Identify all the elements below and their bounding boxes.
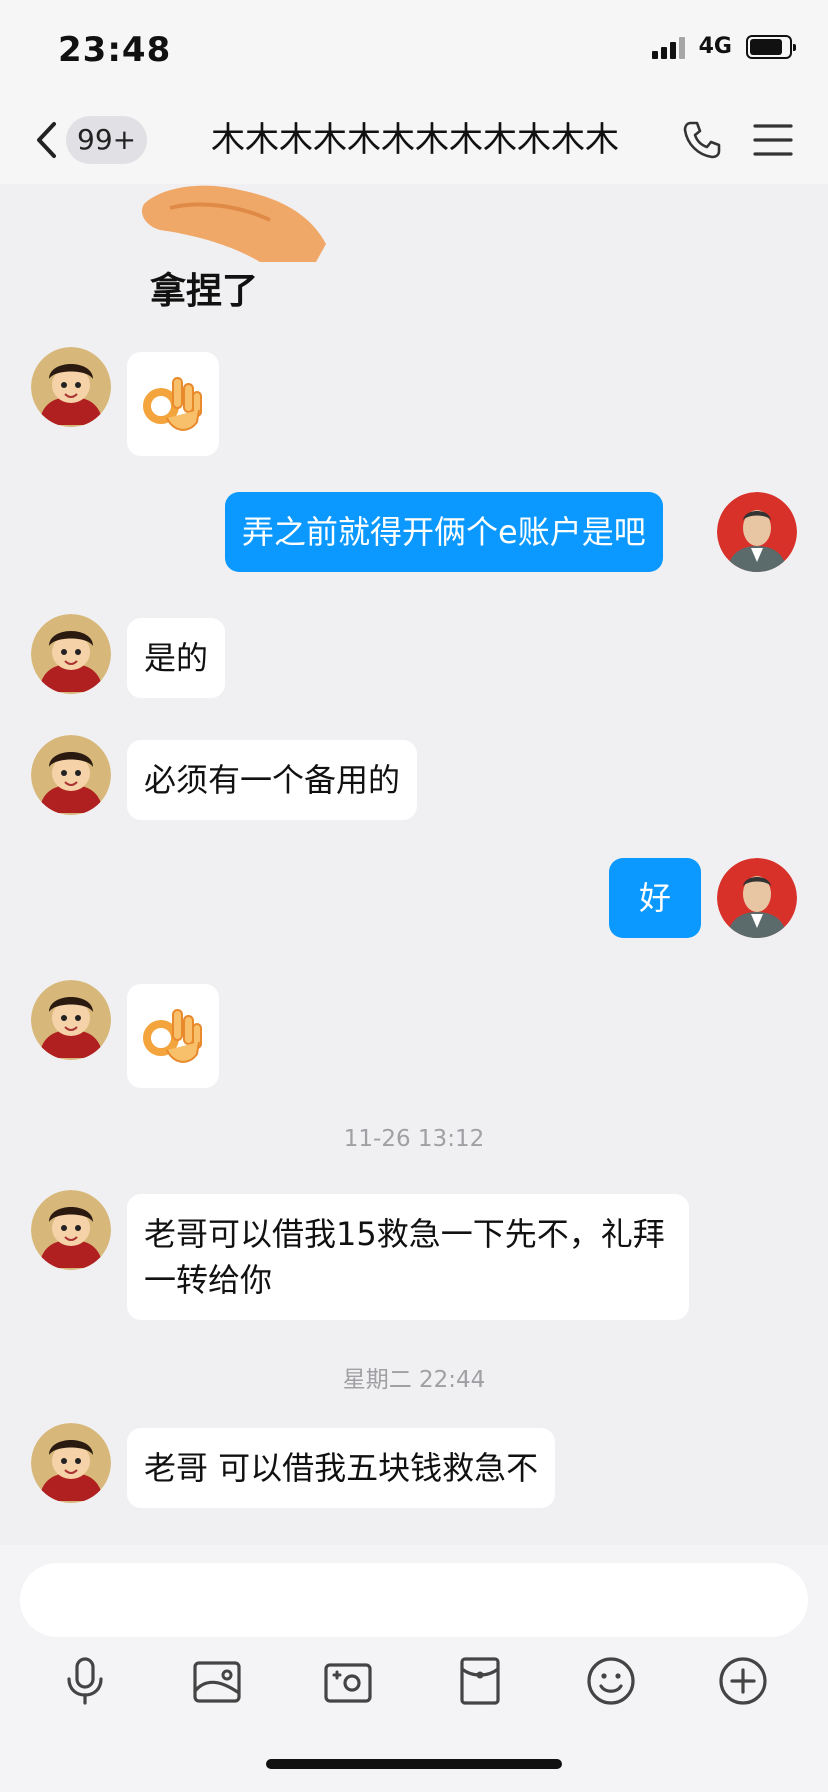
unread-badge[interactable]: 99+ xyxy=(66,116,148,164)
incoming-message-bubble[interactable]: 是的 xyxy=(127,618,226,698)
status-bar: 23:48 4G xyxy=(0,0,828,100)
message-input[interactable] xyxy=(20,1563,808,1637)
outgoing-message-bubble[interactable]: 好 xyxy=(609,858,701,938)
incoming-message-bubble[interactable]: 老哥 可以借我五块钱救急不 xyxy=(127,1428,556,1508)
contact-avatar[interactable] xyxy=(31,347,111,427)
sticker-caption: 拿捏了 xyxy=(150,271,259,312)
image-icon[interactable] xyxy=(189,1653,245,1709)
plus-icon[interactable] xyxy=(715,1653,771,1709)
emoji-icon[interactable] xyxy=(583,1653,639,1709)
battery-icon xyxy=(746,34,796,59)
chat-header: 99+ 木木木木木木木木木木木木 xyxy=(0,100,828,184)
contact-avatar[interactable] xyxy=(31,980,111,1060)
user-avatar[interactable] xyxy=(717,492,797,572)
ok-hand-emoji-bubble[interactable] xyxy=(127,984,219,1088)
outgoing-message-bubble[interactable]: 弄之前就得开俩个e账户是吧 xyxy=(225,492,663,572)
input-area xyxy=(0,1545,828,1792)
hand-sticker-image[interactable] xyxy=(140,184,380,262)
phone-call-icon[interactable] xyxy=(682,120,722,160)
timestamp-divider: 星期二 22:44 xyxy=(342,1367,486,1393)
contact-avatar[interactable] xyxy=(31,1423,111,1503)
contact-avatar[interactable] xyxy=(31,614,111,694)
ok-hand-emoji-bubble[interactable] xyxy=(127,352,219,456)
red-packet-icon[interactable] xyxy=(452,1653,508,1709)
camera-icon[interactable] xyxy=(320,1653,376,1709)
network-label: 4G xyxy=(698,34,732,59)
menu-icon[interactable] xyxy=(753,122,793,158)
chat-title: 木木木木木木木木木木木木 xyxy=(211,120,619,160)
user-avatar[interactable] xyxy=(717,858,797,938)
contact-avatar[interactable] xyxy=(31,1190,111,1270)
signal-icon xyxy=(651,35,685,59)
microphone-icon[interactable] xyxy=(57,1653,113,1709)
incoming-message-bubble[interactable]: 老哥可以借我15救急一下先不，礼拜一转给你 xyxy=(127,1194,689,1320)
status-time: 23:48 xyxy=(58,30,172,70)
home-indicator[interactable] xyxy=(266,1759,562,1769)
timestamp-divider: 11-26 13:12 xyxy=(343,1126,485,1152)
ok-hand-icon xyxy=(143,1009,202,1063)
incoming-message-bubble[interactable]: 必须有一个备用的 xyxy=(127,740,418,820)
back-chevron-icon[interactable] xyxy=(34,120,60,160)
contact-avatar[interactable] xyxy=(31,735,111,815)
ok-hand-icon xyxy=(143,377,202,431)
